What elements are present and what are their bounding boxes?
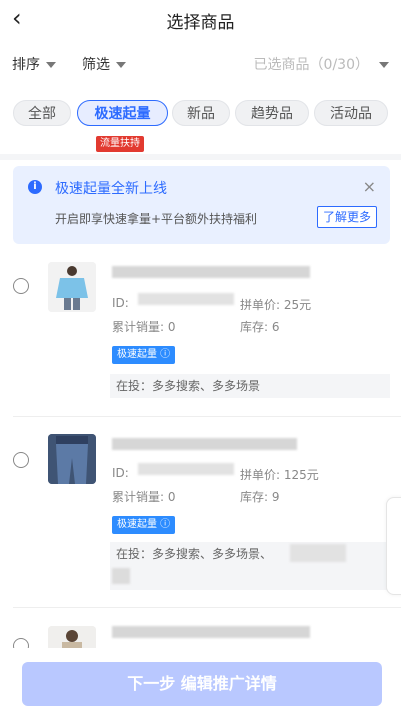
filter-dropdown[interactable]: 筛选 [82,54,126,74]
jeans-image-icon [48,434,96,484]
total-sales: 累计销量: 0 [112,490,176,504]
group-price: 拼单价: 125元 [240,468,319,482]
placement-info: 在投：多多搜索、多多场景 [110,374,390,398]
selected-products-dropdown[interactable]: 已选商品（0/30） [254,54,389,74]
tab-speed-boost[interactable]: 极速起量 [77,100,168,126]
product-id-label: ID: [112,296,129,310]
select-radio[interactable] [13,278,29,294]
stock: 库存: 6 [240,320,280,334]
traffic-support-badge: 流量扶持 [96,136,144,152]
notice-description: 开启即享快速拿量+平台额外扶持福利 [55,212,258,226]
speed-boost-badge[interactable]: 极速起量 ⓘ [112,346,176,364]
notice-banner: i 极速起量全新上线 × 开启即享快速拿量+平台额外扶持福利 了解更多 [13,166,390,244]
stock: 库存: 9 [240,490,280,504]
blurred-product-name [112,626,310,638]
tab-trending[interactable]: 趋势品 [235,100,309,126]
select-radio[interactable] [13,452,29,468]
caret-down-icon [379,62,389,68]
top-nav: ‹ 选择商品 [0,0,401,40]
total-sales: 累计销量: 0 [112,320,176,334]
blurred-product-name [112,266,310,278]
info-icon: i [28,180,42,194]
group-price: 拼单价: 25元 [240,298,312,312]
next-step-button[interactable]: 下一步 编辑推广详情 [22,662,382,706]
side-floating-tab[interactable] [386,497,401,595]
product-thumbnail [48,262,96,312]
item-divider [13,607,401,608]
item-divider [13,416,401,417]
page-title: 选择商品 [166,13,235,33]
category-tabs: 全部 极速起量 新品 趋势品 活动品 [0,100,401,134]
bottom-action-bar: 下一步 编辑推广详情 [0,648,401,715]
filter-bar: 排序 筛选 已选商品（0/30） [0,40,401,86]
product-thumbnail [48,434,96,484]
sort-dropdown[interactable]: 排序 [12,54,56,74]
product-id-label: ID: [112,466,129,480]
list-item[interactable]: ID: 拼单价: 25元 累计销量: 0 库存: 6 极速起量 ⓘ 在投：多多搜… [0,258,401,418]
shirt-image-icon [48,262,96,312]
blurred-placement-detail [112,568,130,584]
notice-title: 极速起量全新上线 [55,181,167,197]
blurred-product-name [112,438,297,450]
close-icon[interactable]: × [363,177,376,196]
tab-activity[interactable]: 活动品 [314,100,388,126]
section-divider [0,154,401,160]
blurred-placement-detail [290,544,346,562]
blurred-product-id [138,463,234,475]
filter-label: 筛选 [82,57,110,73]
tab-new[interactable]: 新品 [172,100,230,126]
learn-more-button[interactable]: 了解更多 [316,206,377,228]
caret-down-icon [46,62,56,68]
speed-boost-badge[interactable]: 极速起量 ⓘ [112,516,176,534]
placement-info: 在投：多多搜索、多多场景、 [110,542,390,590]
list-item[interactable]: ID: 拼单价: 125元 累计销量: 0 库存: 9 极速起量 ⓘ 在投：多多… [0,430,401,600]
sort-label: 排序 [12,57,40,73]
selected-products-label: 已选商品（0/30） [253,57,369,73]
tab-all[interactable]: 全部 [13,100,71,126]
blurred-product-id [138,293,234,305]
caret-down-icon [116,62,126,68]
